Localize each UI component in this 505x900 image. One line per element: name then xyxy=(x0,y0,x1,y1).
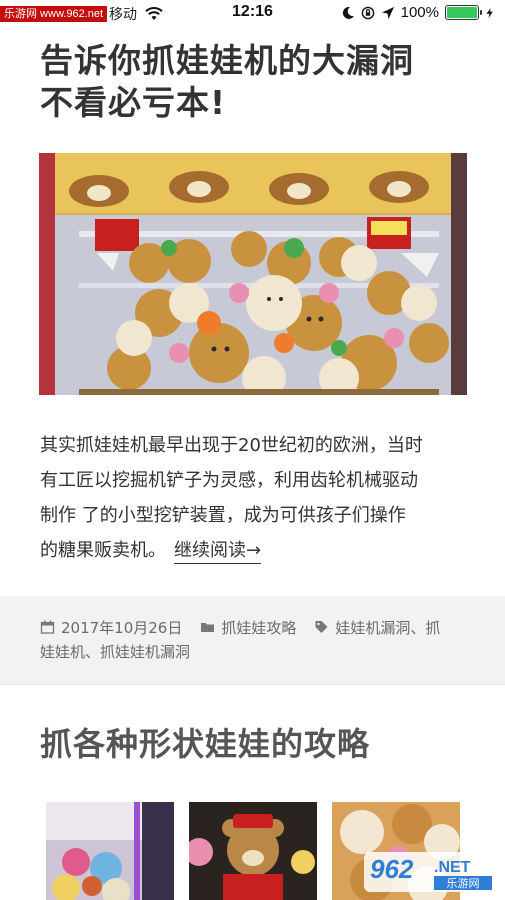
charging-bolt-icon xyxy=(486,7,493,18)
article-excerpt: 其实抓娃娃机最早出现于20世纪初的欧洲，当时 有工匠以挖掘机铲子为灵感，利用齿轮… xyxy=(40,428,470,568)
article: 告诉你抓娃娃机的大漏洞 不看必亏本! xyxy=(40,40,470,124)
category-link[interactable]: 抓娃娃攻略 xyxy=(221,619,296,637)
meta-line: 2017年10月26日 抓娃娃攻略 娃娃机漏洞、抓 xyxy=(40,616,470,640)
post-title[interactable]: 抓各种形状娃娃的攻略 xyxy=(40,722,370,766)
moon-icon xyxy=(342,6,354,19)
excerpt-line: 制作 了的小型挖铲装置，成为可供孩子们操作 xyxy=(40,505,406,526)
read-more-link[interactable]: 继续阅读→ xyxy=(174,540,262,564)
battery-icon xyxy=(445,5,482,20)
watermark-logo: 962 .NET 乐游网 xyxy=(364,852,498,892)
battery-fill xyxy=(447,7,477,18)
excerpt-last-line: 的糖果贩卖机。 继续阅读→ xyxy=(40,533,470,568)
location-arrow-icon xyxy=(381,6,394,19)
tags-link[interactable]: 娃娃机、抓娃娃机漏洞 xyxy=(40,643,190,661)
entry-meta: 2017年10月26日 抓娃娃攻略 娃娃机漏洞、抓 娃娃机、抓娃娃机漏洞 xyxy=(0,596,505,685)
article-title[interactable]: 告诉你抓娃娃机的大漏洞 不看必亏本! xyxy=(40,40,470,124)
thumbnail-image[interactable] xyxy=(189,802,317,900)
logo-cn: 乐游网 xyxy=(447,877,480,890)
meta-line: 娃娃机、抓娃娃机漏洞 xyxy=(40,640,470,664)
thumbnail-photo xyxy=(189,802,317,900)
battery-percent: 100% xyxy=(400,4,439,21)
excerpt-line: 的糖果贩卖机。 xyxy=(40,540,166,561)
tags-link[interactable]: 娃娃机漏洞、抓 xyxy=(335,619,440,637)
claw-machine-photo xyxy=(39,153,467,395)
excerpt-line: 有工匠以挖掘机铲子为灵感，利用齿轮机械驱动 xyxy=(40,470,418,491)
logo-number: 962 xyxy=(370,854,414,884)
article-title-line[interactable]: 告诉你抓娃娃机的大漏洞 xyxy=(40,40,470,82)
folder-icon xyxy=(201,623,215,632)
article-hero-image[interactable] xyxy=(39,153,467,395)
status-right: 100% xyxy=(341,4,495,21)
post-date-link[interactable]: 2017年10月26日 xyxy=(61,619,182,637)
logo-suffix: .NET xyxy=(434,859,471,876)
excerpt-line: 其实抓娃娃机最早出现于20世纪初的欧洲，当时 xyxy=(40,435,423,456)
rotation-lock-icon xyxy=(361,6,374,19)
tag-icon xyxy=(315,621,328,633)
article-title-line[interactable]: 不看必亏本! xyxy=(40,82,470,124)
thumbnail-image[interactable] xyxy=(46,802,174,900)
calendar-icon xyxy=(40,620,55,634)
entry-meta-content: 2017年10月26日 抓娃娃攻略 娃娃机漏洞、抓 娃娃机、抓娃娃机漏洞 xyxy=(40,616,470,664)
thumbnail-photo xyxy=(46,802,174,900)
status-bar: 乐游网 www.962.net 移动 12:16 100% xyxy=(0,0,505,28)
excerpt-paragraph: 其实抓娃娃机最早出现于20世纪初的欧洲，当时 有工匠以挖掘机铲子为灵感，利用齿轮… xyxy=(40,428,470,568)
